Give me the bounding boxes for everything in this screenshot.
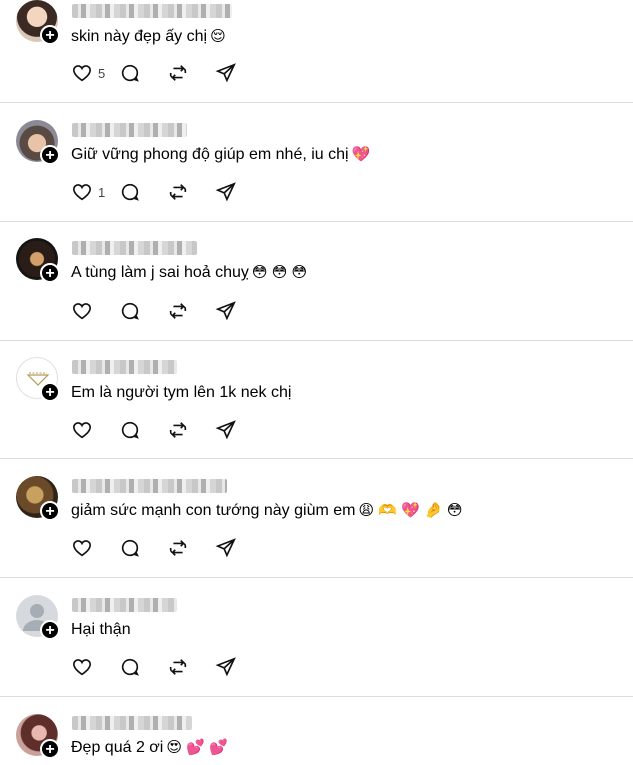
like-button[interactable]	[71, 419, 119, 441]
avatar[interactable]: +	[16, 595, 60, 640]
reply-button[interactable]	[119, 62, 167, 84]
emoji: 😳 😳 😳	[251, 264, 308, 281]
heart-icon	[72, 65, 92, 82]
avatar[interactable]: +	[16, 357, 60, 402]
avatar[interactable]: +	[16, 476, 60, 521]
comment-actions	[71, 419, 237, 441]
repost-icon	[169, 184, 187, 200]
comment-text: Em là người tym lên 1k nek chị	[71, 384, 292, 401]
share-icon	[215, 63, 236, 83]
heart-icon	[72, 540, 92, 557]
share-icon	[215, 420, 236, 440]
like-button[interactable]	[71, 537, 119, 559]
reply-button[interactable]	[119, 419, 167, 441]
share-button[interactable]	[215, 656, 237, 678]
comment-actions	[71, 537, 237, 559]
share-button[interactable]	[215, 537, 237, 559]
follow-plus-icon[interactable]: +	[40, 145, 60, 165]
emoji: 😩 🫶 💖 🤌 😳	[358, 502, 463, 519]
reply-icon	[121, 539, 139, 557]
share-icon	[215, 301, 236, 321]
follow-plus-icon[interactable]: +	[40, 620, 60, 640]
username-blurred[interactable]	[72, 4, 232, 18]
emoji: 😌	[210, 28, 226, 45]
avatar[interactable]: +	[16, 120, 60, 165]
reply-icon	[121, 421, 139, 439]
repost-button[interactable]	[167, 537, 215, 559]
comment-text: giảm sức mạnh con tướng này giùm em 😩 🫶 💖…	[71, 502, 463, 519]
heart-icon	[72, 422, 92, 439]
divider	[0, 102, 633, 103]
divider	[0, 577, 633, 578]
emoji: 😍 💕 💕	[166, 739, 228, 756]
username-blurred[interactable]	[72, 123, 187, 137]
like-count: 1	[98, 184, 106, 200]
comment-text: A tùng làm j sai hoả chuỵ 😳 😳 😳	[71, 264, 308, 281]
repost-icon	[169, 540, 187, 556]
share-icon	[215, 657, 236, 677]
divider	[0, 458, 633, 459]
username-blurred[interactable]	[72, 598, 177, 612]
comment-actions	[71, 300, 237, 322]
divider	[0, 696, 633, 697]
avatar[interactable]: +	[16, 238, 60, 283]
reply-icon	[121, 658, 139, 676]
like-button[interactable]: 5	[71, 62, 119, 84]
comment-text: Giữ vững phong độ giúp em nhé, iu chị 💖	[71, 146, 371, 163]
comment-text: skin này đẹp ấy chị 😌	[71, 28, 226, 45]
avatar[interactable]: +	[16, 0, 60, 45]
username-blurred[interactable]	[72, 716, 192, 730]
reply-icon	[121, 302, 139, 320]
divider	[0, 221, 633, 222]
repost-button[interactable]	[167, 419, 215, 441]
reply-button[interactable]	[119, 181, 167, 203]
like-button[interactable]	[71, 300, 119, 322]
follow-plus-icon[interactable]: +	[40, 25, 60, 45]
reply-icon	[121, 64, 139, 82]
repost-button[interactable]	[167, 656, 215, 678]
heart-icon	[72, 659, 92, 676]
comment-text: Đẹp quá 2 ơi 😍 💕 💕	[71, 739, 228, 756]
reply-button[interactable]	[119, 537, 167, 559]
share-button[interactable]	[215, 62, 237, 84]
username-blurred[interactable]	[72, 241, 197, 255]
reply-button[interactable]	[119, 656, 167, 678]
follow-plus-icon[interactable]: +	[40, 263, 60, 283]
share-icon	[215, 538, 236, 558]
heart-icon	[72, 303, 92, 320]
repost-icon	[169, 65, 187, 81]
like-count: 5	[98, 65, 106, 81]
repost-icon	[169, 422, 187, 438]
comment-actions: 5	[71, 62, 237, 84]
emoji: 💖	[351, 146, 371, 163]
repost-button[interactable]	[167, 62, 215, 84]
follow-plus-icon[interactable]: +	[40, 739, 60, 759]
repost-button[interactable]	[167, 300, 215, 322]
like-button[interactable]	[71, 656, 119, 678]
follow-plus-icon[interactable]: +	[40, 382, 60, 402]
divider	[0, 340, 633, 341]
avatar[interactable]: +	[16, 714, 60, 759]
username-blurred[interactable]	[72, 360, 177, 374]
repost-icon	[169, 659, 187, 675]
heart-icon	[72, 184, 92, 201]
share-button[interactable]	[215, 300, 237, 322]
comment-text: Hại thận	[71, 621, 131, 638]
share-button[interactable]	[215, 419, 237, 441]
reply-icon	[121, 183, 139, 201]
share-button[interactable]	[215, 181, 237, 203]
follow-plus-icon[interactable]: +	[40, 501, 60, 521]
username-blurred[interactable]	[72, 479, 227, 493]
repost-icon	[169, 303, 187, 319]
reply-button[interactable]	[119, 300, 167, 322]
share-icon	[215, 182, 236, 202]
repost-button[interactable]	[167, 181, 215, 203]
comment-actions: 1	[71, 181, 237, 203]
like-button[interactable]: 1	[71, 181, 119, 203]
comment-actions	[71, 656, 237, 678]
